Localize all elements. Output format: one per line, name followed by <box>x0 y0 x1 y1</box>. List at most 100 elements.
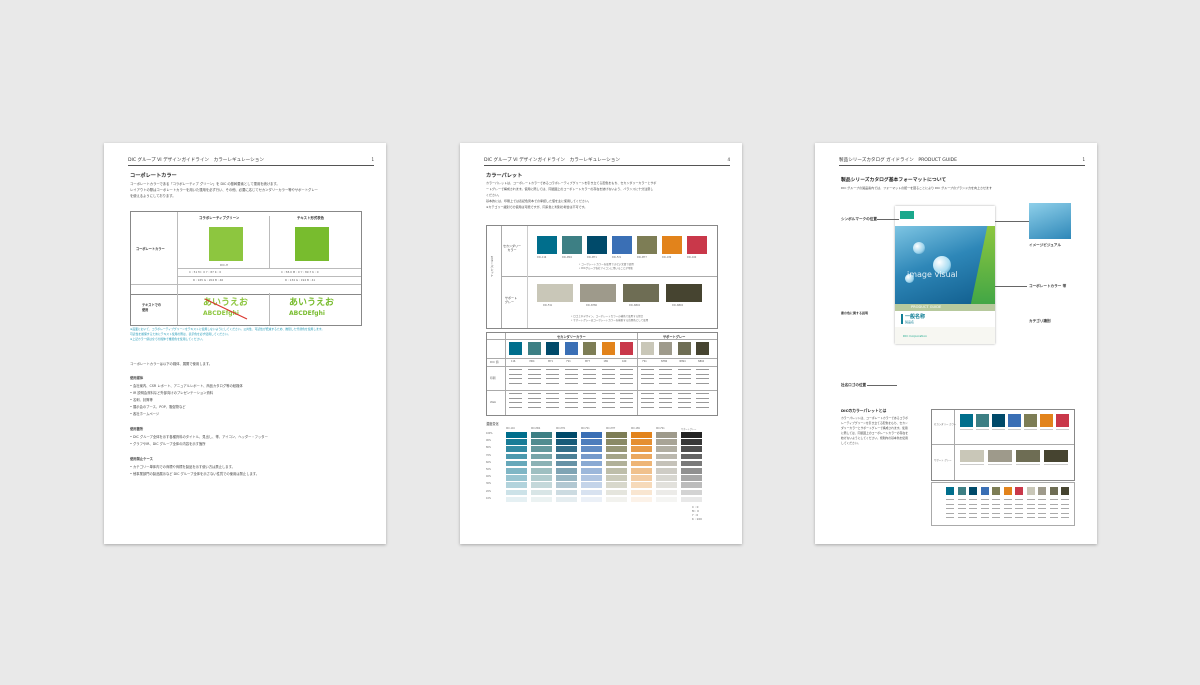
callout-band: コーポレートカラー 帯 <box>1029 284 1067 288</box>
apply-item: • DIC グループ全体を示す各種資料のタイトル、見出し、帯、アイコン、ヘッダー… <box>130 435 268 439</box>
ramp-code: DIC-F21 <box>581 427 590 430</box>
table-swatch <box>601 342 615 355</box>
section-title: 製品シリーズカタログ基本フォーマットについて <box>841 178 947 183</box>
value-line <box>601 406 615 408</box>
swatch-code: DIC-189 <box>662 256 672 259</box>
ramp-cell <box>506 453 527 460</box>
ramp-cell <box>556 453 577 460</box>
ramp-note: C : 0 M : 0 Y : 0 K : 100 <box>692 505 702 521</box>
ramp-percent: 20% <box>486 489 492 493</box>
value-line <box>564 378 578 379</box>
mini-value-line <box>1015 517 1023 518</box>
table-swatch <box>509 342 522 355</box>
value-line <box>601 382 615 384</box>
mini-value-line <box>1003 503 1012 505</box>
value-line <box>677 402 691 403</box>
ramp-cell <box>506 482 527 488</box>
ramp-cell <box>606 432 627 438</box>
value-line <box>659 382 672 384</box>
value-line <box>564 402 578 403</box>
mini-value-line <box>1049 499 1058 500</box>
ramp-cell <box>681 453 702 460</box>
ramp-cell <box>656 489 677 496</box>
mini-secondary-label: セカンダリー カラー <box>934 423 957 426</box>
intro-line: ※カテゴリー識別での使用は可能ですが、同系色と判別の場合は不可です。 <box>486 205 588 209</box>
value-line <box>640 397 654 399</box>
col-header-text-color: テキスト形式表色 <box>297 216 325 220</box>
mini-value-line <box>969 499 977 500</box>
value-line <box>546 373 559 375</box>
value-line <box>583 402 596 403</box>
support-swatch <box>666 284 702 302</box>
value-line <box>659 369 672 370</box>
mini-table-swatch <box>957 487 966 495</box>
callout-logo: 社名ロゴの位置 <box>841 383 867 387</box>
value-line <box>620 406 633 408</box>
use-item: • 名刺、封筒等 <box>130 398 153 402</box>
mini-value-line <box>1015 512 1023 514</box>
value-line <box>601 402 615 403</box>
value-line <box>659 373 672 375</box>
ramp-cell <box>556 439 577 445</box>
value-line <box>640 373 654 375</box>
table-code: F41 <box>642 360 647 363</box>
value-line <box>564 382 578 384</box>
table-code: 189 <box>603 360 608 363</box>
swatch-code: DIC-N786 <box>586 304 597 307</box>
swatch-code: DIC-M71 <box>587 256 597 259</box>
mini-value-line <box>957 508 966 509</box>
ramp-cell <box>581 468 602 474</box>
mini-value-line <box>980 499 989 500</box>
use-item: • IR 説明会資料など外部向けのプレゼンテーション資料 <box>130 391 214 395</box>
body-line: コーポレートカラーは以下の媒体、展開で使用します。 <box>130 362 213 366</box>
value-line <box>509 406 522 408</box>
apply-item: • グラフやIR、DIC グループ全体の内容を示す箇所 <box>130 442 206 446</box>
callout-image: イメージビジュアル <box>1029 243 1061 247</box>
mini-secondary-swatch <box>992 414 1005 427</box>
ramp-cell <box>581 439 602 445</box>
ramp-cell <box>556 482 577 488</box>
value-line <box>527 402 541 403</box>
value-line <box>601 373 615 375</box>
apply-title: 使用箇所 <box>130 427 144 431</box>
ramp-percent: 50% <box>486 468 492 471</box>
ramp-cell <box>631 475 652 481</box>
ramp-code: DIC-189 <box>631 427 640 430</box>
mini-value-line <box>957 499 966 500</box>
value-line <box>564 397 578 399</box>
catalog-cover-mock: image visual PRODUCT GUIDE 一般名称 製品名 DIC … <box>895 206 995 344</box>
cover-band: PRODUCT GUIDE <box>895 304 995 311</box>
ramp-cell <box>631 453 652 460</box>
value-line <box>659 397 672 399</box>
mini-table-swatch <box>1015 487 1023 495</box>
value-line <box>640 406 654 408</box>
cover-corp-name: DIC Corporation <box>903 334 927 338</box>
ramp-cell <box>506 496 527 503</box>
water-drop-icon <box>913 242 925 254</box>
ramp-cell <box>681 496 702 503</box>
callout-symbol: シンボルマークの位置 <box>841 217 877 221</box>
value-line <box>659 393 672 394</box>
row-label-dic: DIC 値 <box>490 360 499 364</box>
ramp-percent: 60% <box>486 460 492 464</box>
support-label: サポート グレー <box>505 296 518 304</box>
value-line <box>677 397 691 399</box>
value-line <box>564 373 578 375</box>
value-line <box>640 378 654 379</box>
value-line <box>677 382 691 384</box>
ramp-cell <box>606 468 627 474</box>
mini-value-line <box>1003 517 1012 518</box>
ramp-code: DIC-M71 <box>556 427 566 430</box>
ramp-cell <box>556 432 577 438</box>
ramp-cell <box>531 460 552 467</box>
table-code: M71 <box>548 360 553 363</box>
mini-code-line <box>960 464 984 465</box>
value-line <box>640 382 654 384</box>
mini-value-line <box>1061 512 1069 514</box>
row-label-text-usage: テキストでの 使用 <box>142 303 162 312</box>
ramp-cell <box>656 432 677 438</box>
ramp-cell <box>531 482 552 488</box>
value-line <box>640 402 654 403</box>
mini-code-line <box>1040 429 1053 430</box>
ramp-cell <box>581 446 602 452</box>
